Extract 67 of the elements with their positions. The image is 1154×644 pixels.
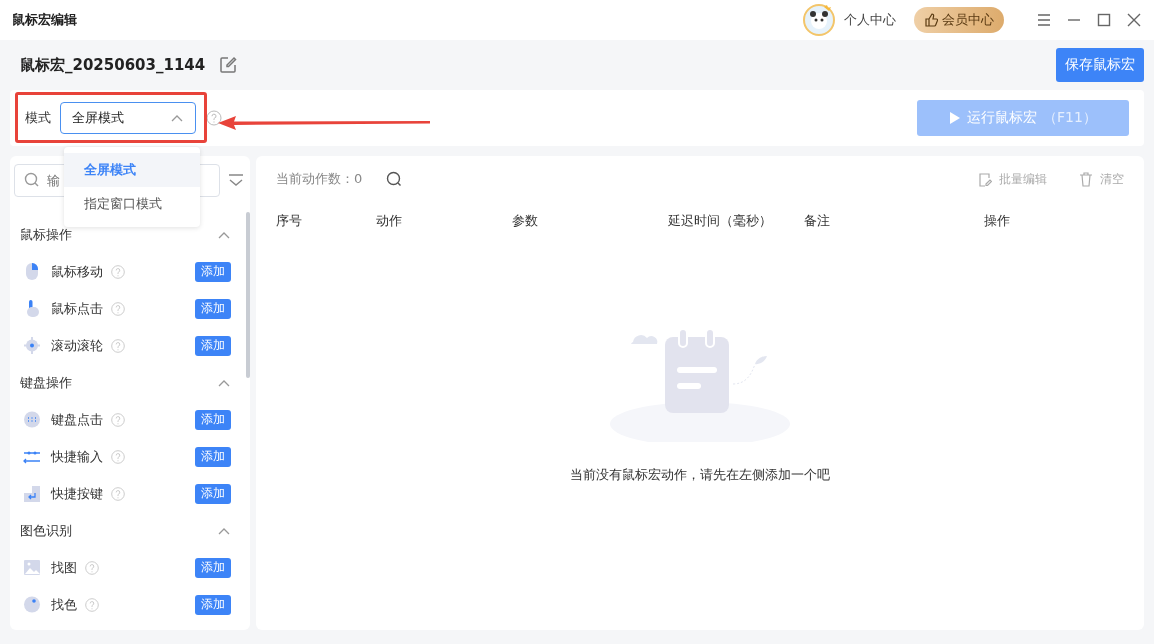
chevron-icon [171, 114, 183, 122]
user-center-link[interactable]: 个人中心 [844, 11, 896, 29]
add-button[interactable]: 添加 [195, 483, 231, 504]
column-header: 动作 [376, 212, 403, 230]
add-button[interactable]: 添加 [195, 594, 231, 615]
mode-label: 模式 [25, 109, 51, 127]
palette-icon [23, 595, 41, 614]
column-header: 操作 [984, 212, 1010, 230]
action-label: 滚动滚轮 [51, 336, 103, 355]
action-label: 鼠标移动 [51, 262, 103, 281]
action-count: 当前动作数：0 [276, 170, 363, 188]
column-header: 参数 [512, 212, 539, 230]
dropdown-option[interactable]: 全屏模式 [64, 153, 200, 187]
group-title: 图色识别 [20, 521, 72, 540]
add-button[interactable]: 添加 [195, 557, 231, 578]
keypad-icon [23, 410, 41, 429]
scrollbar[interactable] [246, 212, 250, 378]
mouse-icon [23, 262, 41, 281]
chevron-icon[interactable] [218, 526, 230, 535]
close-icon[interactable] [1126, 12, 1142, 28]
column-header: 延迟时间（毫秒） [668, 212, 773, 230]
play-icon [949, 111, 962, 125]
enter-key-icon [23, 484, 41, 503]
member-button[interactable]: 会员中心 [914, 7, 1004, 33]
help-icon [111, 412, 125, 427]
dropdown-option[interactable]: 指定窗口模式 [64, 187, 200, 221]
edit-icon[interactable] [219, 56, 238, 74]
add-button[interactable]: 添加 [195, 446, 231, 467]
help-icon [111, 264, 125, 279]
macro-name: 鼠标宏_20250603_1144 [20, 55, 206, 75]
trash-icon [1079, 171, 1093, 187]
column-header: 备注 [804, 212, 831, 230]
chevron-icon[interactable] [218, 230, 230, 239]
menu-icon[interactable] [1036, 12, 1052, 28]
help-icon [111, 449, 125, 464]
group-title: 键盘操作 [20, 373, 72, 392]
add-button[interactable]: 添加 [195, 409, 231, 430]
action-label: 找色 [51, 595, 77, 614]
window-title: 鼠标宏编辑 [12, 11, 77, 29]
avatar-icon [803, 4, 835, 36]
action-label: 快捷输入 [51, 447, 103, 466]
save-button[interactable]: 保存鼠标宏 [1056, 48, 1144, 82]
maximize-icon[interactable] [1096, 12, 1112, 28]
column-header: 序号 [276, 212, 303, 230]
search-icon[interactable] [386, 171, 403, 187]
help-icon [85, 560, 99, 575]
thumbs-up-icon [924, 13, 938, 27]
help-icon [206, 110, 222, 126]
help-icon [111, 301, 125, 316]
edit-icon [978, 171, 992, 187]
add-button[interactable]: 添加 [195, 298, 231, 319]
mode-select[interactable]: 全屏模式 [60, 102, 196, 134]
help-icon [111, 338, 125, 353]
chevron-icon[interactable] [218, 378, 230, 387]
action-label: 鼠标点击 [51, 299, 103, 318]
search-icon [24, 172, 40, 188]
empty-message: 当前没有鼠标宏动作，请先在左侧添加一个吧 [570, 466, 830, 484]
add-button[interactable]: 添加 [195, 261, 231, 282]
action-label: 找图 [51, 558, 77, 577]
help-icon [111, 486, 125, 501]
action-label: 键盘点击 [51, 410, 103, 429]
group-title: 鼠标操作 [20, 225, 72, 244]
help-icon [85, 597, 99, 612]
image-icon [23, 558, 41, 577]
add-button[interactable]: 添加 [195, 335, 231, 356]
action-label: 快捷按键 [51, 484, 103, 503]
gear-icon [23, 336, 41, 355]
